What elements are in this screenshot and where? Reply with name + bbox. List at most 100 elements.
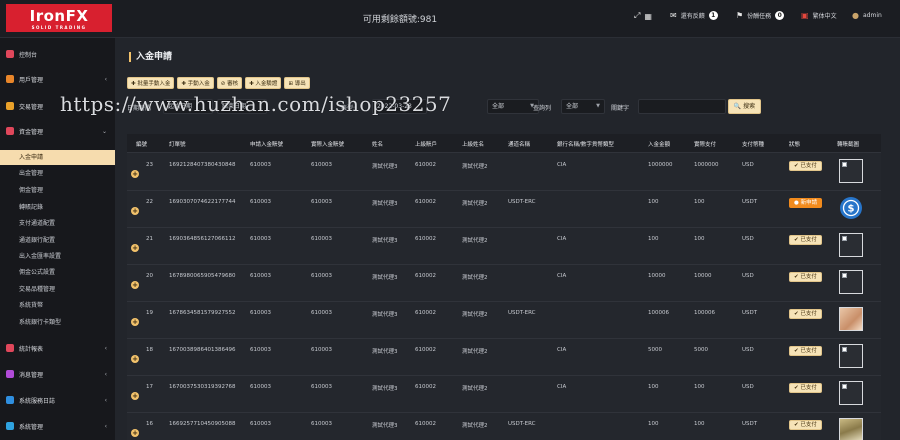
sidebar-group-system[interactable]: 系統管理 ‹ (0, 419, 115, 433)
cell-name: 測試代理3 (372, 386, 398, 392)
th-channel[interactable]: 通道名稱 (508, 140, 530, 148)
transfer-screenshot-thumbnail[interactable] (839, 418, 863, 440)
export-button[interactable]: ⊞ 導出 (284, 77, 310, 89)
cell-id: 17 (146, 384, 153, 390)
cell-apply-acct: 610003 (250, 273, 271, 279)
table-row[interactable]: +19 1678634581579927552 610003 610003 測試代理3 6… (127, 302, 881, 339)
sidebar-item-channel-bank[interactable]: 通道銀行配置 (0, 233, 115, 248)
review-button[interactable]: ⊘ 審核 (216, 77, 243, 89)
tasks-button[interactable]: ⚑ 份酬任務 0 (736, 11, 785, 20)
cell-order: 1690307074622177744 (169, 199, 236, 205)
bulk-manual-deposit-button[interactable]: ✚ 批量手動入金 (127, 77, 175, 89)
th-parent-name[interactable]: 上級姓名 (462, 140, 484, 148)
sidebar-group-users[interactable]: 用戶管理 ‹ (0, 72, 115, 86)
expand-row-icon[interactable]: + (131, 207, 139, 215)
user-menu[interactable]: ● admin (852, 11, 882, 20)
cell-parent-name: 測試代理2 (462, 238, 488, 244)
status-text: 已支付 (800, 237, 817, 243)
expand-row-icon[interactable]: + (131, 392, 139, 400)
keyword-input[interactable] (638, 99, 726, 114)
cell-bank: CIA (557, 162, 567, 168)
sidebar-item-payment-channel[interactable]: 支付通道配置 (0, 216, 115, 231)
cell-real-acct: 610003 (311, 347, 332, 353)
table-row[interactable]: +16 1669257710450905088 610003 610003 測試代理3 6… (127, 413, 881, 440)
transfer-screenshot-thumbnail[interactable] (839, 307, 863, 331)
transfer-screenshot-thumbnail[interactable] (839, 159, 863, 183)
th-amount[interactable]: 入金金額 (648, 140, 670, 148)
query-column-select[interactable]: 全部 ▼ (561, 99, 605, 114)
cell-order: 1692128407380430848 (169, 162, 236, 168)
cell-paid: 100 (694, 236, 705, 242)
th-screenshot[interactable]: 轉賬截圖 (837, 140, 859, 148)
th-parent-account[interactable]: 上級賬戶 (415, 140, 437, 148)
table-row[interactable]: +21 1690364856127066112 610003 610003 測試代理3 6… (127, 228, 881, 265)
sidebar-item-exchange-rate[interactable]: 出入金匯率設置 (0, 249, 115, 264)
transfer-screenshot-thumbnail[interactable] (839, 344, 863, 368)
user-name: admin (862, 12, 882, 19)
th-name[interactable]: 姓名 (372, 140, 383, 148)
sidebar-group-logs[interactable]: 系統服務日誌 ‹ (0, 393, 115, 407)
broken-image-icon (842, 236, 847, 241)
cell-paid: 100 (694, 384, 705, 390)
th-order[interactable]: 訂單號 (169, 140, 186, 148)
expand-row-icon[interactable]: + (131, 244, 139, 252)
th-currency[interactable]: 支付幣種 (742, 140, 764, 148)
cell-channel: USDT-ERC (508, 199, 536, 205)
th-id[interactable]: 編號 (136, 140, 147, 148)
deposit-verify-button[interactable]: ✚ 入金驗證 (245, 77, 282, 89)
fullscreen-button[interactable]: ⤢ ▦ (634, 11, 652, 21)
sidebar-item-deposit-request[interactable]: 入金申請 (0, 150, 115, 165)
feedback-button[interactable]: ✉ 還有反饋 1 (670, 11, 718, 20)
th-real-account[interactable]: 實際入金賬號 (311, 140, 344, 148)
sidebar-group-label: 用戶管理 (19, 76, 44, 84)
table-row[interactable]: +22 1690307074622177744 610003 610003 測試代理3 6… (127, 191, 881, 228)
cell-real-acct: 610003 (311, 421, 332, 427)
status-text: 已支付 (800, 274, 817, 280)
sidebar-item-commission[interactable]: 佣金管理 (0, 183, 115, 198)
th-apply-account[interactable]: 申請入金賬號 (250, 140, 283, 148)
expand-row-icon[interactable]: + (131, 170, 139, 178)
transfer-screenshot-thumbnail[interactable] (839, 381, 863, 405)
table-row[interactable]: +20 1678980065905479680 610003 610003 測試代理3 6… (127, 265, 881, 302)
search-button[interactable]: 🔍 搜索 (728, 99, 761, 114)
th-paid[interactable]: 實際支付 (694, 140, 716, 148)
sidebar-group-messages[interactable]: 消息管理 ‹ (0, 367, 115, 381)
table-row[interactable]: +23 1692128407380430848 610003 610003 測試代理3 6… (127, 154, 881, 191)
toolbar: ✚ 批量手動入金 ✚ 手動入金 ⊘ 審核 ✚ 入金驗證 ⊞ 導出 (127, 77, 310, 89)
expand-row-icon[interactable]: + (131, 429, 139, 437)
sidebar-item-symbols[interactable]: 交易品種管理 (0, 282, 115, 297)
transfer-screenshot-thumbnail[interactable] (839, 233, 863, 257)
th-bank[interactable]: 銀行名稱/數字貨幣類型 (557, 140, 614, 148)
th-status[interactable]: 狀態 (789, 140, 800, 148)
expand-row-icon[interactable]: + (131, 355, 139, 363)
table-row[interactable]: +17 1670037530319392768 610003 610003 測試代理3 6… (127, 376, 881, 413)
table-row[interactable]: +18 1670038986401386496 610003 610003 測試代理3 6… (127, 339, 881, 376)
language-switch[interactable]: ▣ 繁体中文 (801, 11, 837, 20)
cell-paid: 100006 (694, 310, 715, 316)
cell-order: 1670038986401386496 (169, 347, 236, 353)
sidebar-item-bank-card-type[interactable]: 系統銀行卡類型 (0, 315, 115, 330)
system-icon (6, 422, 14, 430)
sidebar-group-funds[interactable]: 資金管理 ⌄ (0, 124, 115, 138)
transfer-screenshot-thumbnail[interactable]: $ (839, 196, 863, 220)
status-select[interactable]: 全部 ▼ (487, 99, 539, 114)
cell-amount: 100 (648, 421, 659, 427)
expand-row-icon[interactable]: + (131, 318, 139, 326)
expand-row-icon[interactable]: + (131, 281, 139, 289)
manual-deposit-button[interactable]: ✚ 手動入金 (177, 77, 214, 89)
sidebar-item-withdraw[interactable]: 出金管理 (0, 166, 115, 181)
sidebar-group-dashboard[interactable]: 控制台 (0, 47, 115, 61)
sidebar-item-commission-formula[interactable]: 佣金公式設置 (0, 265, 115, 280)
cell-bank: CIA (557, 273, 567, 279)
language-icon: ▣ (801, 11, 809, 20)
cell-channel: USDT-ERC (508, 310, 536, 316)
sidebar-item-currency[interactable]: 系統貨幣 (0, 298, 115, 313)
cell-parent-acct: 610002 (415, 384, 436, 390)
trading-icon (6, 102, 14, 110)
broken-image-icon (842, 273, 847, 278)
broken-image-icon (842, 384, 847, 389)
broken-image-icon (842, 162, 847, 167)
sidebar-item-transfer-log[interactable]: 轉賬記錄 (0, 200, 115, 215)
transfer-screenshot-thumbnail[interactable] (839, 270, 863, 294)
sidebar-group-reports[interactable]: 統計報表 ‹ (0, 341, 115, 355)
